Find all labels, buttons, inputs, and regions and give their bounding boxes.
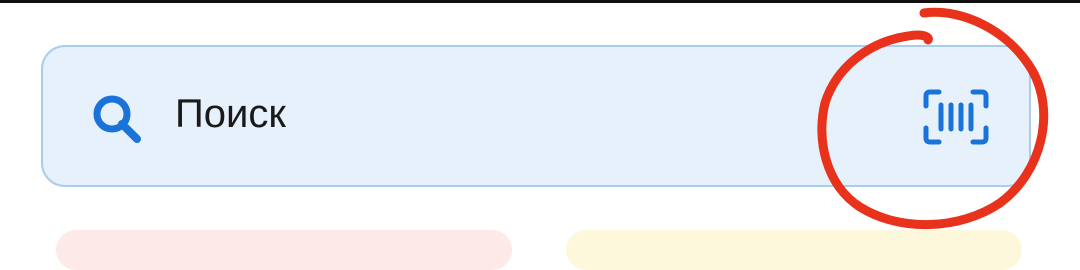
promo-card-right[interactable] <box>566 230 1022 270</box>
search-icon <box>93 95 141 143</box>
top-divider <box>0 0 1080 3</box>
barcode-scan-icon[interactable] <box>922 88 990 146</box>
search-input[interactable] <box>175 82 775 146</box>
promo-card-left[interactable] <box>56 230 512 270</box>
